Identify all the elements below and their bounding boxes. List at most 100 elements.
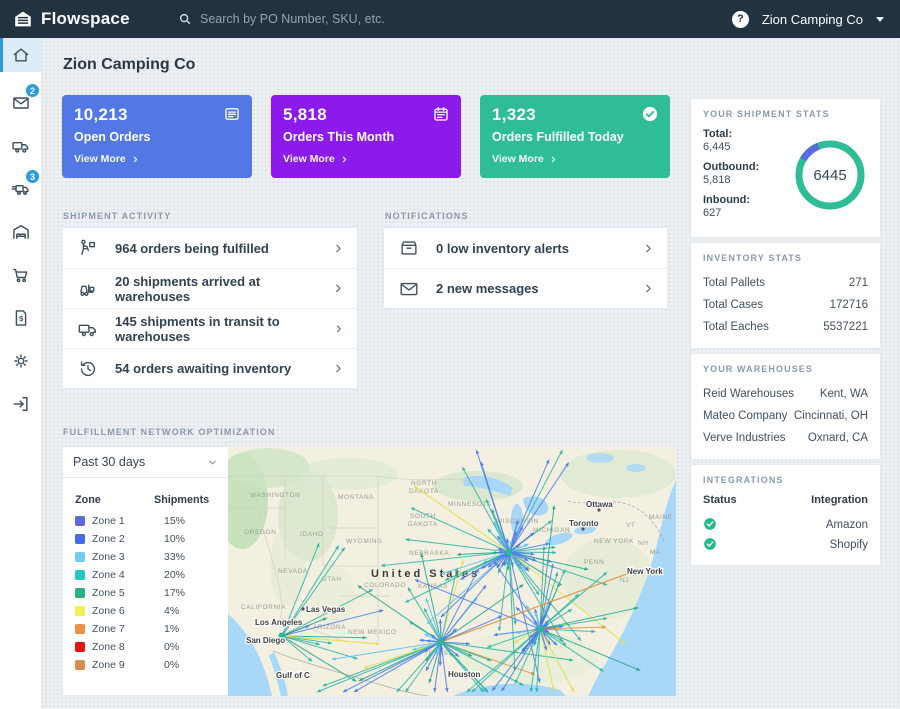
notification-row[interactable]: 2 new messages [384,268,667,308]
notification-row[interactable]: 0 low inventory alerts [384,228,667,268]
stat-label: Orders Fulfilled Today [492,130,658,144]
sidebar-item-outbound-shipments[interactable] [0,124,41,167]
stat-label: Orders This Month [283,130,449,144]
notifications-heading: NOTIFICATIONS [385,211,469,221]
svg-text:NEBRASKA: NEBRASKA [409,550,449,557]
zone-name: Zone 8 [92,641,164,653]
network-heading: FULFILLMENT NETWORK OPTIMIZATION [63,427,276,437]
map-city-label: Gulf of C [276,671,310,680]
svg-text:$: $ [19,313,24,322]
sidebar-item-billing[interactable]: $ [0,296,41,339]
svg-text:PENN: PENN [584,559,604,566]
date-range-value: Past 30 days [73,455,145,469]
row-text: 0 low inventory alerts [436,241,569,256]
zone-row: Zone 3 33% [75,548,216,566]
sidebar-item-home[interactable] [0,38,41,72]
svg-text:MAINE: MAINE [649,514,673,521]
topbar-right: ? Zion Camping Co [732,11,900,28]
svg-text:CALIFORNIA: CALIFORNIA [241,604,286,611]
zone-name: Zone 9 [92,659,164,671]
page-title: Zion Camping Co [63,56,195,74]
shipment-stats-heading: YOUR SHIPMENT STATS [703,109,868,119]
zone-shipments-pct: 1% [164,623,216,635]
row-text: 145 shipments in transit to warehouses [115,314,333,344]
account-menu[interactable]: Zion Camping Co [762,12,863,27]
bin-icon [398,237,420,259]
integration-name: Shopify [830,539,868,551]
stat-card-orders-fulfilled-today[interactable]: 1,323Orders Fulfilled TodayView More [480,95,670,178]
zone-shipments-pct: 0% [164,641,216,653]
view-more-link[interactable]: View More [74,153,240,165]
network-map[interactable]: WASHINGTONMONTANANORTHDAKOTAMINNESOTAORE… [228,446,676,696]
help-icon[interactable]: ? [732,11,749,28]
stat-value: 5,818 [283,105,449,125]
sidebar-item-logout[interactable] [0,382,41,425]
inventory-stat-row: Total Pallets271 [703,272,868,294]
search-icon [178,12,192,26]
zone-name: Zone 6 [92,605,164,617]
sidebar-item-warehouses[interactable] [0,210,41,253]
stat-card-open-orders[interactable]: 10,213 Open Orders View More [62,95,252,178]
zone-shipments-pct: 33% [164,551,216,563]
sidebar-item-messages[interactable]: 2 [0,81,41,124]
zone-shipments-pct: 15% [164,515,216,527]
sidebar-item-orders[interactable] [0,253,41,296]
zone-table-header: Zone Shipments [75,488,216,512]
activity-row[interactable]: 54 orders awaiting inventory [63,348,357,388]
zone-color-swatch [75,516,85,526]
chevron-right-icon [332,362,345,375]
map-city-label: Los Angeles [255,618,303,627]
zone-color-swatch [75,534,85,544]
search-placeholder: Search by PO Number, SKU, etc. [200,12,385,26]
main-content: Zion Camping Co 10,213 Open Orders View Mo… [42,38,900,709]
activity-row[interactable]: 20 shipments arrived at warehouses [63,268,357,308]
svg-text:NEVADA: NEVADA [278,568,308,575]
inventory-stat-row: Total Cases172716 [703,294,868,316]
svg-text:MA: MA [650,549,661,556]
integrations-col-status: Status [703,494,737,515]
notification-badge: 2 [26,84,39,97]
stat-label: Open Orders [74,130,240,144]
chevron-right-icon [340,155,349,164]
donut-total: 6445 [813,167,846,184]
zone-color-swatch [75,588,85,598]
view-more-link[interactable]: View More [283,153,449,165]
inventory-stat-row: Total Eaches5537221 [703,316,868,338]
logout-icon [11,394,31,414]
sidebar-item-inbound-shipments[interactable]: 3 [0,167,41,210]
svg-text:NJ: NJ [620,577,629,584]
stat-card-orders-this-month[interactable]: 5,818 Orders This Month View More [271,95,461,178]
svg-text:NEW YORK: NEW YORK [594,538,634,545]
inventory-stats-card: INVENTORY STATS Total Pallets271 Total C… [690,242,881,349]
row-text: 20 shipments arrived at warehouses [115,274,332,304]
zone-name: Zone 3 [92,551,164,563]
activity-row[interactable]: 964 orders being fulfilled [63,228,357,268]
stat-value: 10,213 [74,105,240,125]
topbar: Flowspace Search by PO Number, SKU, etc.… [0,0,900,38]
view-more-link[interactable]: View More [492,153,658,165]
zone-shipments-pct: 17% [164,587,216,599]
svg-text:WYOMING: WYOMING [346,538,383,545]
warehouse-row: Reid WarehousesKent, WA [703,383,868,405]
warehouses-heading: YOUR WAREHOUSES [703,364,868,374]
caret-down-icon[interactable] [876,17,884,22]
zone-row: Zone 9 0% [75,656,216,674]
sidebar-item-settings[interactable] [0,339,41,382]
row-text: 964 orders being fulfilled [115,241,269,256]
zone-shipments-pct: 20% [164,569,216,581]
gear-icon [11,351,31,371]
date-range-select[interactable]: Past 30 days [62,446,229,478]
zone-name: Zone 4 [92,569,164,581]
svg-text:COLORADO: COLORADO [364,582,406,589]
svg-text:ARIZONA: ARIZONA [313,624,346,631]
chevron-right-icon [332,282,345,295]
activity-row[interactable]: 145 shipments in transit to warehouses [63,308,357,348]
brand[interactable]: Flowspace [0,8,178,30]
zone-name: Zone 5 [92,587,164,599]
svg-text:DAKOTA: DAKOTA [408,521,438,528]
cart-icon [11,265,31,285]
search-bar[interactable]: Search by PO Number, SKU, etc. [178,12,385,26]
status-check-icon [703,537,717,551]
notifications-list: 0 low inventory alerts 2 new messages [383,227,668,309]
check-circle-icon [641,105,659,123]
